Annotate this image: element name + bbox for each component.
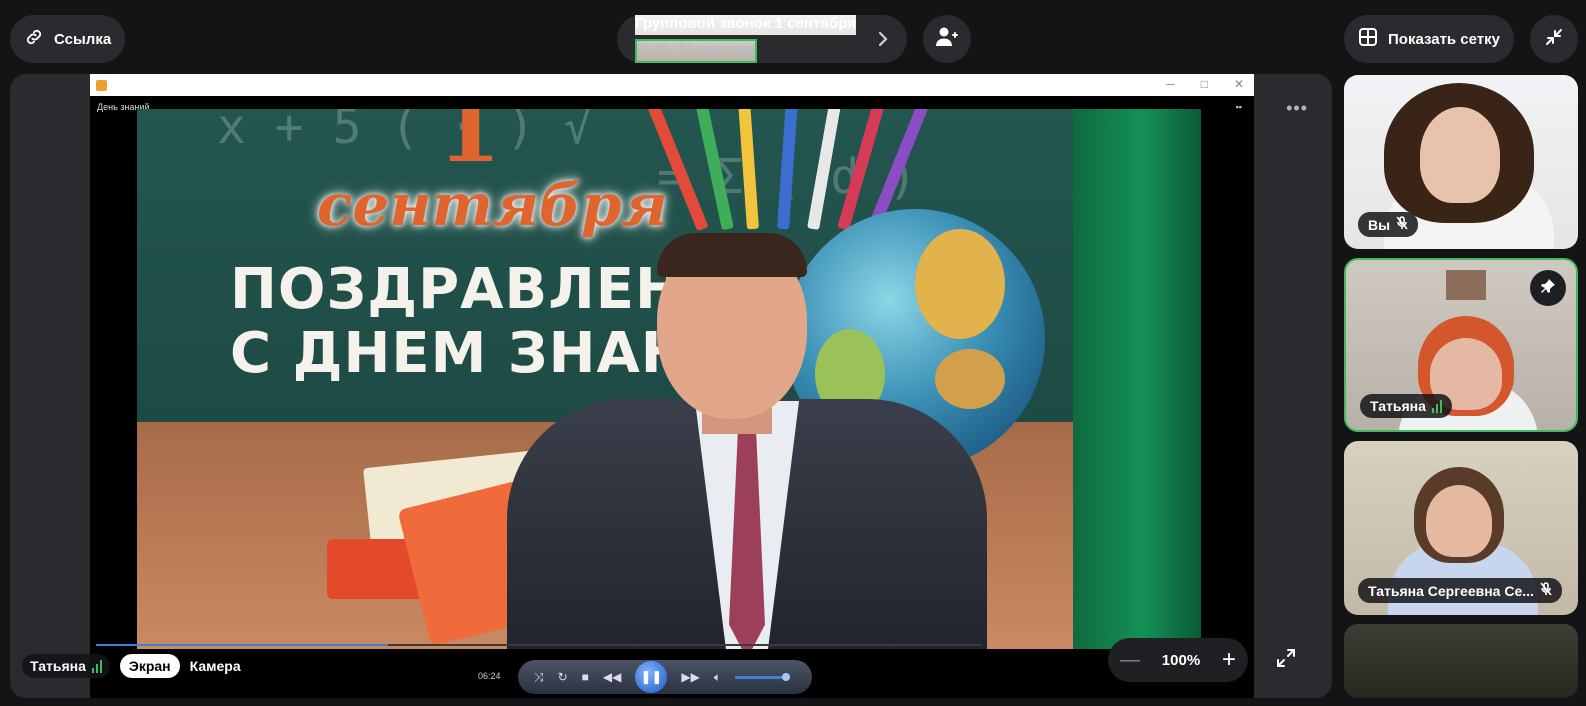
more-options-icon[interactable]: ••• — [1286, 98, 1308, 119]
call-meta: 20:48 · 54 участника — [635, 39, 758, 63]
video-progress-fill — [96, 644, 389, 646]
maximize-icon: □ — [1200, 77, 1208, 91]
close-icon: ✕ — [1233, 77, 1244, 91]
call-info-button[interactable]: Групповой звонок 1 сентября 20:48 · 54 у… — [617, 15, 907, 63]
zoom-out-button[interactable]: — — [1120, 649, 1140, 672]
copy-link-label: Ссылка — [54, 30, 112, 48]
mic-off-icon — [1396, 216, 1408, 233]
video-current-time: 06:24 — [478, 671, 501, 681]
pause-icon: ❚❚ — [640, 669, 663, 684]
participant-name-tag: Татьяна Сергеевна Се... — [1358, 578, 1562, 603]
volume-slider[interactable] — [735, 672, 791, 681]
speaker-figure — [507, 229, 987, 649]
minimize-icon: ─ — [1166, 77, 1175, 91]
zoom-value: 100% — [1161, 651, 1201, 669]
screen-share-stage: ─ □ ✕ День знаний ▪▪ x + 5 ( · ) √ = Σ (… — [10, 74, 1332, 698]
show-grid-label: Показать сетку — [1388, 30, 1500, 48]
window-controls: ─ □ ✕ — [1166, 77, 1244, 91]
player-controls: ⤨ ↻ ■ ◀◀ ❚❚ ▶▶ 🔈︎ — [518, 660, 812, 694]
participant-name: Вы — [1368, 216, 1391, 233]
show-grid-button[interactable]: Показать сетку — [1344, 15, 1514, 63]
green-curtain — [1073, 109, 1201, 649]
zoom-in-button[interactable]: + — [1222, 646, 1236, 674]
participant-name: Татьяна Сергеевна Се... — [1368, 582, 1534, 599]
call-title: Групповой звонок 1 сентября — [635, 15, 856, 36]
video-progress-bar[interactable] — [96, 644, 982, 646]
tab-screen[interactable]: Экран — [119, 654, 180, 678]
tab-camera[interactable]: Камера — [190, 658, 241, 674]
audio-level-icon — [91, 659, 102, 673]
top-bar: Ссылка Групповой звонок 1 сентября 20:48… — [0, 0, 1586, 76]
participant-name-tag: Вы — [1358, 212, 1419, 237]
shared-player-window: ─ □ ✕ День знаний ▪▪ x + 5 ( · ) √ = Σ (… — [90, 74, 1254, 698]
add-participant-button[interactable] — [923, 15, 971, 63]
presenter-bar: Татьяна Экран Камера — [22, 654, 241, 678]
zoom-control: — 100% + — [1108, 638, 1248, 682]
shuffle-icon[interactable]: ⤨ — [534, 670, 544, 685]
grid-icon — [1358, 27, 1378, 51]
participant-name-tag: Татьяна — [1360, 394, 1452, 418]
presenter-name-tag: Татьяна — [22, 654, 110, 678]
participant-name: Татьяна — [1370, 398, 1426, 414]
chalk-formula: x + 5 ( · ) √ — [217, 109, 593, 155]
pause-button[interactable]: ❚❚ — [635, 661, 668, 693]
audio-level-icon — [1431, 399, 1442, 413]
video-frame: x + 5 ( · ) √ = Σ ( d ) 1 сентября ПОЗДР… — [137, 109, 1201, 649]
link-icon — [24, 27, 44, 51]
copy-link-button[interactable]: Ссылка — [10, 15, 125, 63]
repeat-icon[interactable]: ↻ — [558, 670, 568, 684]
collapse-button[interactable] — [1530, 15, 1578, 63]
presenter-name: Татьяна — [30, 658, 86, 674]
fast-forward-icon[interactable]: ▶▶ — [681, 670, 699, 684]
pin-icon — [1540, 278, 1556, 299]
volume-icon[interactable]: 🔈︎ — [714, 670, 721, 685]
fullscreen-button[interactable] — [1266, 640, 1306, 680]
chevron-right-icon — [875, 29, 891, 54]
player-app-icon — [96, 79, 107, 91]
participant-tile-active[interactable]: Татьяна — [1344, 258, 1578, 432]
participant-tile[interactable] — [1344, 624, 1578, 698]
participant-tile[interactable]: Татьяна Сергеевна Се... — [1344, 441, 1578, 615]
snap-icon: ▪▪ — [1235, 102, 1242, 112]
rewind-icon[interactable]: ◀◀ — [603, 670, 621, 684]
expand-icon — [1276, 648, 1296, 673]
mic-off-icon — [1540, 582, 1552, 599]
player-titlebar: ─ □ ✕ — [90, 74, 1254, 96]
participant-tile[interactable]: Вы — [1344, 75, 1578, 249]
wall-picture — [1446, 270, 1486, 300]
pin-button[interactable] — [1530, 270, 1566, 306]
stop-icon[interactable]: ■ — [582, 670, 589, 684]
add-user-icon — [935, 26, 959, 53]
collapse-icon — [1544, 27, 1564, 52]
